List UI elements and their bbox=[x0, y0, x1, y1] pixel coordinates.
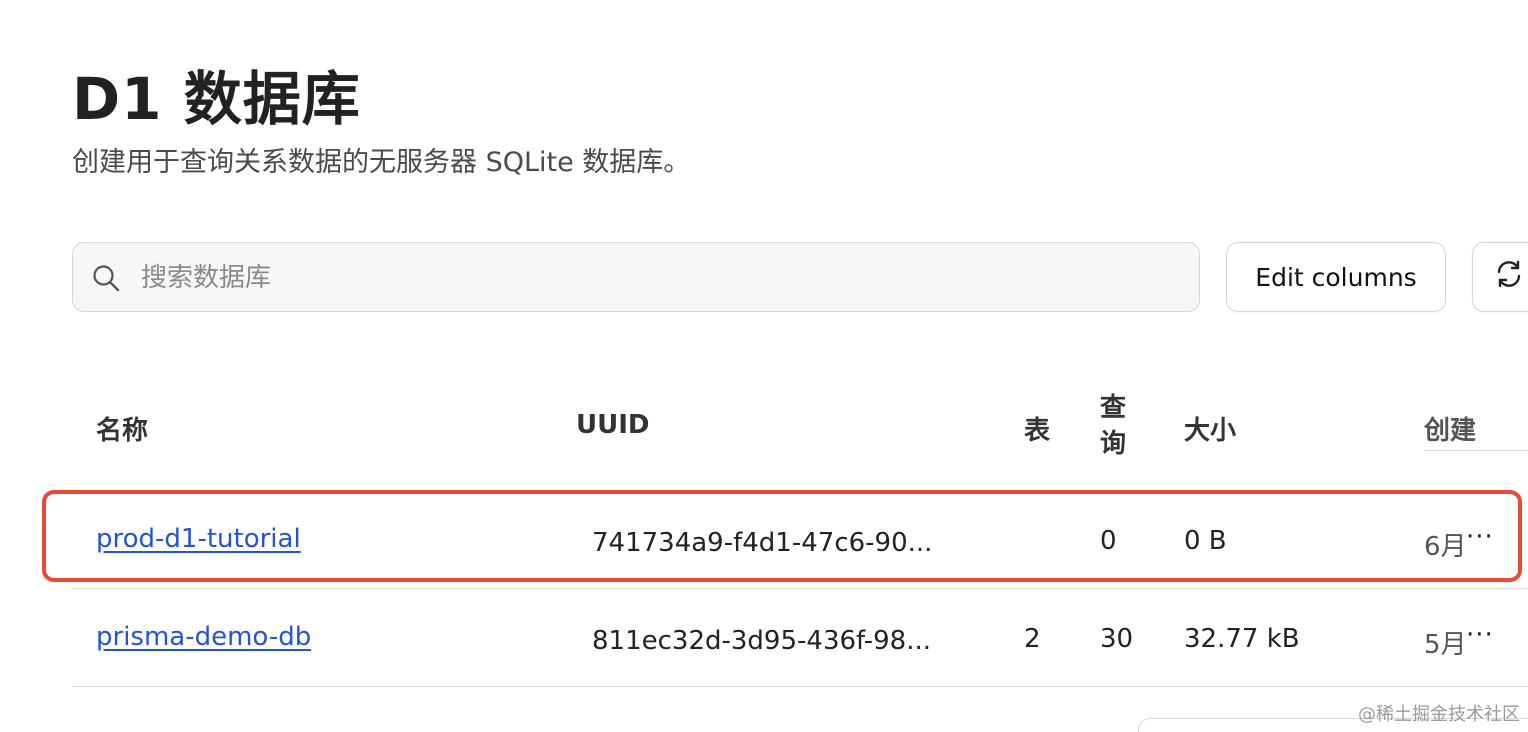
header-divider bbox=[1424, 450, 1528, 451]
database-created: 6月 bbox=[1424, 532, 1467, 562]
refresh-icon bbox=[1493, 258, 1525, 296]
page-subtitle: 创建用于查询关系数据的无服务器 SQLite 数据库。 bbox=[72, 147, 691, 178]
search-box[interactable] bbox=[72, 242, 1200, 312]
database-uuid: 811ec32d-3d95-436f-98... bbox=[592, 626, 932, 656]
column-header-size[interactable]: 大小 bbox=[1184, 410, 1236, 447]
database-created: 5月 bbox=[1424, 630, 1467, 660]
edit-columns-button[interactable]: Edit columns bbox=[1226, 242, 1446, 312]
d1-databases-page: D1 数据库 创建用于查询关系数据的无服务器 SQLite 数据库。 Edit … bbox=[0, 0, 1528, 732]
database-name-link[interactable]: prod-d1-tutorial bbox=[96, 524, 301, 554]
watermark: @稀土掘金技术社区 bbox=[1358, 704, 1520, 725]
database-queries-count: 0 bbox=[1100, 526, 1117, 556]
more-actions-icon[interactable]: ··· bbox=[1466, 522, 1494, 552]
column-header-uuid[interactable]: UUID bbox=[576, 410, 649, 440]
database-size: 0 B bbox=[1184, 526, 1227, 556]
page-title: D1 数据库 bbox=[72, 65, 361, 133]
column-header-created[interactable]: 创建 bbox=[1424, 410, 1476, 447]
refresh-button[interactable] bbox=[1472, 242, 1528, 312]
database-name-link[interactable]: prisma-demo-db bbox=[96, 622, 311, 652]
database-tables-count: 2 bbox=[1024, 624, 1041, 654]
database-uuid: 741734a9-f4d1-47c6-90... bbox=[592, 528, 933, 558]
database-queries-count: 30 bbox=[1100, 624, 1134, 654]
row-divider bbox=[72, 588, 1528, 589]
database-size: 32.77 kB bbox=[1184, 624, 1300, 654]
more-actions-icon[interactable]: ··· bbox=[1466, 620, 1494, 650]
column-header-tables[interactable]: 表 bbox=[1024, 410, 1050, 447]
search-input[interactable] bbox=[139, 253, 1183, 303]
edit-columns-label: Edit columns bbox=[1255, 262, 1417, 292]
column-header-queries-line1: 查 bbox=[1100, 393, 1127, 423]
row-divider bbox=[72, 686, 1528, 687]
column-header-name[interactable]: 名称 bbox=[96, 410, 148, 447]
column-header-queries-line2: 询 bbox=[1100, 429, 1127, 459]
column-header-queries[interactable]: 查 询 bbox=[1100, 390, 1130, 462]
search-icon bbox=[91, 263, 121, 293]
